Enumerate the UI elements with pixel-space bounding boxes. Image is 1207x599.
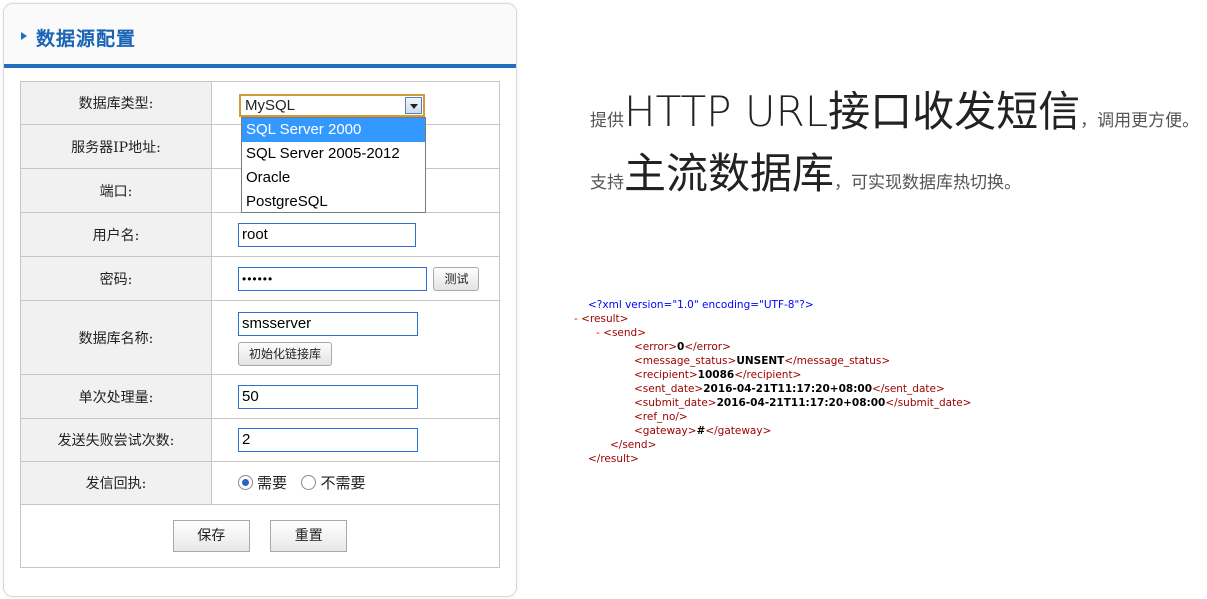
- retry-count-label: 发送失败尝试次数:: [20, 418, 212, 462]
- xml-tag: </submit_date>: [885, 397, 972, 409]
- batch-size-input[interactable]: 50: [238, 384, 418, 409]
- db-name-label: 数据库名称:: [20, 300, 212, 375]
- slogan-2-prefix: 支持: [590, 173, 624, 193]
- receipt-no-option[interactable]: 不需要: [301, 472, 365, 493]
- slogan-2-suffix: ，可实现数据库热切换。: [834, 173, 1022, 193]
- xml-tag: <sent_date>: [634, 383, 704, 395]
- xml-tag: </sent_date>: [872, 383, 945, 395]
- dropdown-option[interactable]: Oracle: [242, 166, 425, 190]
- xml-tag: </recipient>: [734, 369, 802, 381]
- panel-header: 数据源配置: [4, 4, 516, 68]
- server-ip-label: 服务器IP地址:: [20, 124, 212, 169]
- xml-tag: </gateway>: [705, 425, 772, 437]
- xml-response-sample: <?xml version="1.0" encoding="UTF-8"?> -…: [574, 298, 971, 466]
- port-label: 端口:: [20, 168, 212, 213]
- slogan-line-1: 提供HTTP URL接口收发短信，调用更方便。: [590, 78, 1199, 139]
- xml-tag: <error>: [634, 341, 678, 353]
- dropdown-option[interactable]: PostgreSQL: [242, 190, 425, 214]
- xml-tag: <message_status>: [634, 355, 737, 367]
- xml-value: 10086: [697, 369, 735, 381]
- xml-tag: <submit_date>: [634, 397, 717, 409]
- password-input[interactable]: ••••••: [238, 266, 427, 291]
- dropdown-option[interactable]: SQL Server 2000: [242, 118, 425, 142]
- radio-unselected-icon[interactable]: [301, 475, 317, 490]
- slogan-1-suffix: ，调用更方便。: [1080, 111, 1200, 131]
- xml-tag: <ref_no/>: [634, 411, 688, 423]
- xml-tag: </message_status>: [784, 355, 891, 367]
- slogan-1-highlight: HTTP URL接口收发短信: [624, 87, 1081, 136]
- username-input[interactable]: root: [238, 222, 416, 247]
- receipt-yes-label: 需要: [257, 474, 288, 492]
- xml-value: 2016-04-21T11:17:20+08:00: [703, 383, 873, 395]
- xml-tag: <recipient>: [634, 369, 698, 381]
- receipt-no-label: 不需要: [320, 474, 366, 492]
- xml-send-close: </send>: [610, 439, 657, 451]
- dropdown-option[interactable]: SQL Server 2005-2012: [242, 142, 425, 166]
- xml-tag: <gateway>: [634, 425, 697, 437]
- username-label: 用户名:: [20, 212, 212, 257]
- xml-value: #: [696, 425, 706, 437]
- xml-result-open: <result>: [581, 313, 629, 325]
- db-type-select[interactable]: MySQL: [239, 94, 425, 117]
- password-label: 密码:: [20, 256, 212, 301]
- slogan-1-prefix: 提供: [590, 111, 624, 131]
- triangle-icon: [21, 32, 27, 40]
- receipt-yes-option[interactable]: 需要: [238, 472, 287, 493]
- xml-declaration: <?xml version="1.0" encoding="UTF-8"?>: [588, 299, 814, 311]
- form-actions: 保存 重置: [20, 504, 500, 568]
- batch-size-label: 单次处理量:: [20, 374, 212, 419]
- init-link-library-button[interactable]: 初始化链接库: [238, 341, 333, 366]
- db-type-dropdown-list: SQL Server 2000 SQL Server 2005-2012 Ora…: [241, 117, 426, 213]
- db-name-input[interactable]: smsserver: [238, 311, 418, 336]
- receipt-label: 发信回执:: [20, 461, 212, 505]
- xml-value: 2016-04-21T11:17:20+08:00: [716, 397, 886, 409]
- reset-button[interactable]: 重置: [270, 520, 348, 552]
- xml-send-open: <send>: [603, 327, 646, 339]
- xml-tag: </error>: [684, 341, 731, 353]
- db-type-selected-value: MySQL: [245, 97, 296, 114]
- radio-selected-icon[interactable]: [238, 475, 253, 490]
- panel-title: 数据源配置: [36, 28, 137, 50]
- save-button[interactable]: 保存: [172, 520, 250, 552]
- dropdown-arrow-icon[interactable]: [405, 97, 422, 114]
- retry-count-input[interactable]: 2: [238, 428, 418, 452]
- slogan-2-highlight: 主流数据库: [624, 149, 835, 198]
- xml-value: UNSENT: [736, 355, 785, 367]
- db-type-label: 数据库类型:: [20, 81, 212, 125]
- slogan-line-2: 支持主流数据库，可实现数据库热切换。: [590, 140, 1021, 201]
- test-connection-button[interactable]: 测试: [433, 266, 480, 291]
- xml-result-close: </result>: [588, 453, 639, 465]
